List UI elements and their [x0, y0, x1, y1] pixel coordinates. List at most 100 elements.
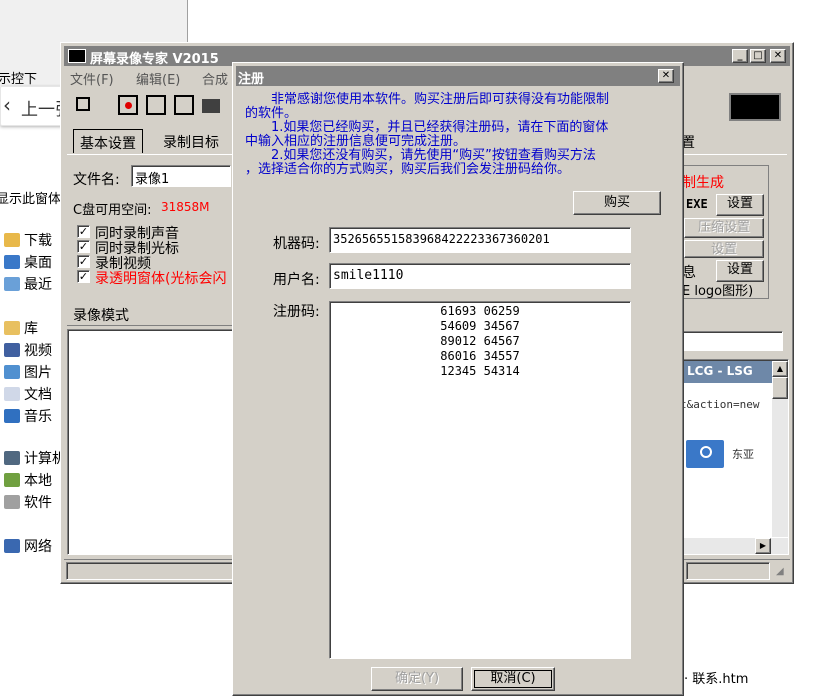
maximize-button[interactable]: □	[750, 49, 766, 63]
option-checkbox[interactable]: ✓	[77, 225, 90, 238]
tree-item[interactable]: 图片	[4, 362, 52, 382]
compress-settings-button[interactable]: 压缩设置	[684, 218, 764, 238]
tree-item[interactable]: 计算机	[4, 448, 66, 468]
drive-icon	[4, 495, 20, 509]
horizontal-scrollbar[interactable]: ▶	[679, 538, 788, 554]
dialog-titlebar: 注册 ✕	[236, 66, 680, 87]
recorder-toolbar	[64, 89, 244, 121]
right-input[interactable]	[677, 331, 783, 351]
disabled-settings-button[interactable]: 设置	[684, 240, 764, 258]
tree-item[interactable]: 最近	[4, 274, 52, 294]
option-checkbox[interactable]: ✓	[77, 255, 90, 268]
tree-item-label: 库	[24, 321, 38, 337]
pictures-icon	[4, 365, 20, 379]
message-line-6: ，选择适合你的方式购买，购买后我们会发注册码给你。	[245, 162, 571, 177]
scroll-thumb[interactable]	[772, 377, 788, 399]
filename-label: 文件名:	[73, 172, 120, 188]
menu-edit[interactable]: 编辑(E)	[136, 69, 180, 88]
tree-item-label: 本地	[24, 473, 52, 489]
code-line: 54609 34567	[440, 319, 520, 333]
mode-label: 录像模式	[73, 308, 129, 324]
camera-icon[interactable]	[202, 99, 220, 113]
tree-item[interactable]: 视频	[4, 340, 52, 360]
resize-grip-icon[interactable]: ◢	[776, 566, 784, 577]
video-icon	[4, 343, 20, 357]
explorer-top-cut-label: 示控下	[0, 72, 38, 87]
message-line-3: 1.如果您已经购买，并且已经获得注册码，请在下面的窗体	[245, 120, 609, 135]
file-link[interactable]: · 联系.htm	[684, 668, 748, 687]
machine-code-value: 35265655158396842222336​7360201	[333, 232, 550, 246]
vertical-scrollbar[interactable]: ▲	[772, 361, 788, 537]
explorer-cut-label: 显示此窗体	[0, 192, 62, 207]
code-label: 注册码:	[273, 304, 320, 320]
disk-value: 31858M	[161, 200, 210, 214]
record-button-icon[interactable]	[118, 95, 138, 115]
tree-item[interactable]: 软件	[4, 492, 52, 512]
tree-item-label: 视频	[24, 343, 52, 359]
status-pane-right	[686, 562, 770, 580]
tree-item[interactable]: 库	[4, 318, 38, 338]
registration-code-field[interactable]: 61693 06259 54609 34567 89012 64567 86016 3…	[329, 301, 631, 659]
scroll-up-arrow[interactable]: ▲	[772, 361, 788, 377]
tree-item[interactable]: 桌面	[4, 252, 52, 272]
tree-item[interactable]: 音乐	[4, 406, 52, 426]
mode-line	[67, 325, 235, 326]
tree-item-label: 网络	[24, 539, 52, 555]
lock-icon[interactable]	[76, 97, 90, 111]
info-label: 息	[682, 265, 696, 281]
message-line-4: 中输入相应的注册信息便可完成注册。	[245, 134, 467, 149]
code-line: 89012 64567	[440, 334, 520, 348]
menu-compose[interactable]: 合成	[202, 69, 228, 88]
recorder-title: 屏幕录像专家 V2015	[90, 52, 219, 67]
tree-item[interactable]: 下载	[4, 230, 52, 250]
message-line-1: 非常感谢您使用本软件。购买注册后即可获得没有功能限制	[245, 92, 610, 107]
network-icon	[4, 539, 20, 553]
option-checkbox[interactable]: ✓	[77, 270, 90, 283]
tab-record-target[interactable]: 录制目标	[153, 129, 233, 153]
browser-search-icon[interactable]	[686, 440, 724, 468]
code-line: 61693 06259	[440, 304, 520, 318]
filename-value: 录像1	[135, 172, 170, 187]
register-dialog: 注册 ✕ 非常感谢您使用本软件。购买注册后即可获得没有功能限制 的软件。 1.如…	[232, 62, 684, 696]
tree-item[interactable]: 本地	[4, 470, 52, 490]
dialog-close-button[interactable]: ✕	[658, 69, 674, 83]
option-checkbox[interactable]: ✓	[77, 240, 90, 253]
mode-panel	[67, 329, 235, 555]
filename-input[interactable]: 录像1	[131, 165, 231, 187]
exe-label: EXE	[686, 197, 708, 211]
code-line: 86016 34557	[440, 349, 520, 363]
message-line-5: 2.如果您还没有购买，请先使用“购买”按钮查看购买方法	[245, 148, 596, 163]
stop-button-icon[interactable]	[174, 95, 194, 115]
user-label: 用户名:	[273, 272, 320, 288]
browser-title: LCG - LSG	[687, 364, 753, 378]
close-button[interactable]: ✕	[770, 49, 786, 63]
ok-button[interactable]: 确定(Y)	[371, 667, 463, 691]
scroll-right-arrow[interactable]: ▶	[755, 538, 771, 554]
tab-basic-settings[interactable]: 基本设置	[73, 129, 143, 153]
desktop-icon	[4, 255, 20, 269]
tree-item[interactable]: 文档	[4, 384, 52, 404]
tab-record-target-label: 录制目标	[163, 135, 219, 151]
browser-url: t&action=new	[680, 398, 760, 411]
tree-item[interactable]: 网络	[4, 536, 52, 556]
preview-box	[729, 93, 781, 121]
disk-label: C盘可用空间:	[73, 203, 152, 218]
message-line-2: 的软件。	[245, 106, 298, 121]
recent-places-icon	[4, 277, 20, 291]
browser-titlebar: LCG - LSG	[679, 361, 773, 383]
embedded-browser: LCG - LSG t&action=new 东亚 ▲ ▶	[677, 359, 789, 555]
download-folder-icon	[4, 233, 20, 247]
pause-button-icon[interactable]	[146, 95, 166, 115]
exe-settings-button[interactable]: 设置	[716, 194, 764, 216]
info-settings-button[interactable]: 设置	[716, 260, 764, 282]
buy-button[interactable]: 购买	[573, 191, 661, 215]
username-field[interactable]: smile1110	[329, 263, 631, 289]
menu-file[interactable]: 文件(F)	[70, 69, 114, 88]
cancel-button[interactable]: 取消(C)	[471, 667, 555, 691]
tree-item-label: 桌面	[24, 255, 52, 271]
library-icon	[4, 321, 20, 335]
tree-item-label: 最近	[24, 277, 52, 293]
minimize-button[interactable]: _	[732, 49, 748, 63]
machine-code-field[interactable]: 35265655158396842222336​7360201	[329, 227, 631, 253]
registration-code-text: 61693 06259 54609 34567 89012 64567 86016 3…	[330, 304, 630, 379]
